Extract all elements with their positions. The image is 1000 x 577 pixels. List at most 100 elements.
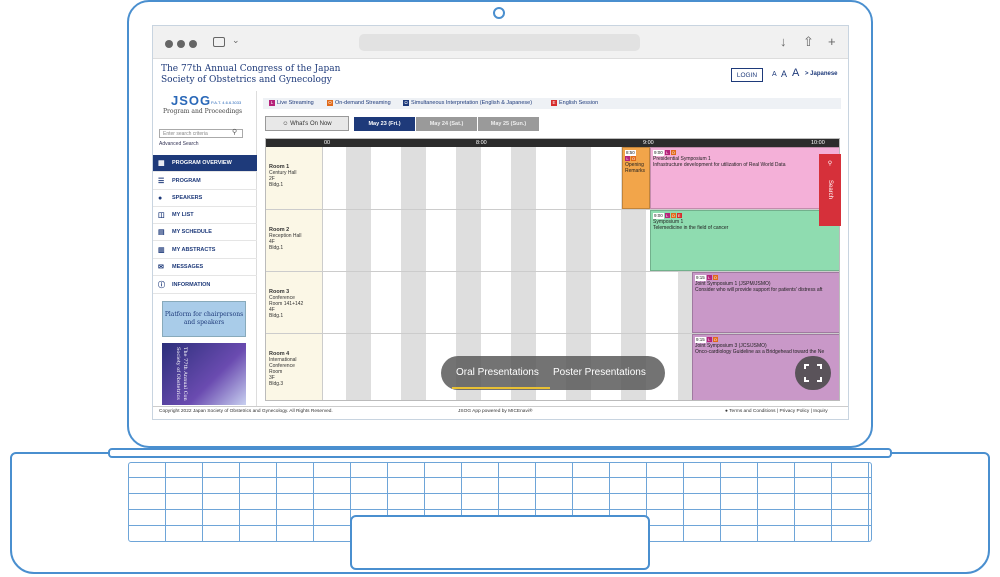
sidebar-item-messages[interactable]: ✉ MESSAGES — [153, 259, 257, 276]
search-icon: ⚲ — [827, 161, 833, 167]
legend-live: L Live Streaming — [269, 100, 314, 107]
minimize-dot-icon[interactable] — [177, 40, 185, 48]
site-title-line1: The 77th Annual Congress of the Japan — [161, 64, 341, 74]
room-detail: Bldg.3 — [269, 381, 284, 387]
footer-links[interactable]: ● Terms and Conditions | Privacy Policy … — [725, 409, 828, 415]
advanced-search-link[interactable]: Advanced Search — [159, 141, 198, 147]
session-joint-symposium-1[interactable]: 9:15 L O Joint Symposium 1 (JSPM/JSMO) Con… — [692, 272, 839, 333]
sidebar-item-speakers[interactable]: ● SPEAKERS — [153, 190, 257, 207]
chevron-down-icon[interactable]: ⌄ — [232, 35, 240, 46]
session-subtitle: Consider who will provide support for pa… — [695, 287, 823, 293]
time-axis: 00 8:00 9:00 10:00 — [266, 139, 839, 147]
fullscreen-icon — [804, 364, 822, 382]
session-presidential-symposium-1[interactable]: 9:00 L O Presidential Symposium 1 Infrastr… — [650, 147, 839, 209]
sidebar-item-label: MY ABSTRACTS — [172, 247, 216, 253]
address-bar[interactable] — [359, 34, 640, 51]
sidebar-item-my-abstracts[interactable]: ▥ MY ABSTRACTS — [153, 242, 257, 259]
whats-on-now-label: What's On Now — [290, 121, 332, 127]
room-detail: Bldg.1 — [269, 182, 284, 188]
room-2: Room 2 Reception Hall 4F Bldg.1 — [266, 210, 323, 272]
live-badge-icon: L — [664, 213, 670, 218]
site-title-line2: Society of Obstetrics and Gynecology — [161, 75, 332, 85]
tab-may-25[interactable]: May 25 (Sun.) — [478, 117, 539, 131]
sidebar: JSOG P.A.T. 4.6.6.3033 Program and Proce… — [153, 91, 257, 406]
live-badge-icon: L — [664, 150, 670, 155]
room-1: Room 1 Century Hall 2F Bldg.1 — [266, 147, 323, 210]
trackpad — [350, 515, 650, 570]
active-tab-underline — [452, 387, 550, 389]
download-icon[interactable]: ↓ — [780, 34, 787, 50]
search-input[interactable]: Enter search criteria — [159, 129, 243, 138]
congress-banner-text: The 77th Annual Con Society of Obstetric… — [175, 347, 188, 401]
session-opening-remarks[interactable]: 8:50 LO Opening Remarks — [622, 147, 650, 209]
on-demand-badge-icon: O — [712, 275, 718, 280]
oral-presentations-tab[interactable]: Oral Presentations — [456, 367, 539, 378]
room-detail: Bldg.1 — [269, 313, 284, 319]
sidebar-toggle-icon[interactable] — [213, 37, 225, 47]
site-title[interactable]: The 77th Annual Congress of the Japan So… — [161, 64, 401, 86]
session-symposium-1[interactable]: 9:00 L O E Symposium 1 Telemedicine in the … — [650, 210, 839, 271]
on-demand-badge-icon: O — [631, 156, 636, 161]
language-switch-link[interactable]: > Japanese — [805, 71, 838, 77]
tab-may-23[interactable]: May 23 (Fri.) — [354, 117, 415, 131]
close-dot-icon[interactable] — [165, 40, 173, 48]
sidebar-item-label: SPEAKERS — [172, 195, 203, 201]
login-button[interactable]: LOGIN — [731, 68, 763, 82]
room-4: Room 4 International Conference Room 3F … — [266, 334, 323, 400]
book-icon: ◫ — [158, 212, 165, 219]
chairpersons-platform-banner[interactable]: Platform for chairpersons and speakers — [162, 301, 246, 337]
live-badge-icon: L — [706, 337, 712, 342]
on-demand-badge-icon: O — [670, 150, 676, 155]
sidebar-item-my-list[interactable]: ◫ MY LIST — [153, 207, 257, 224]
sidebar-item-label: MY SCHEDULE — [172, 229, 212, 235]
legend-on-demand: O On-demand Streaming — [327, 100, 391, 107]
legend-on-demand-label: On-demand Streaming — [335, 100, 391, 106]
whats-on-now-button[interactable]: ☺ What's On Now — [265, 116, 349, 131]
logo-subtext: P.A.T. 4.6.6.3033 — [211, 100, 242, 105]
clock-people-icon: ☺ — [282, 121, 291, 127]
logo-caption: Program and Proceedings — [163, 108, 243, 115]
timeslot-stripe — [346, 147, 371, 400]
sidebar-item-program[interactable]: ☰ PROGRAM — [153, 173, 257, 190]
presentation-type-switcher: Oral Presentations Poster Presentations — [441, 356, 665, 390]
time-label: 10:00 — [811, 140, 825, 146]
on-demand-badge-icon: O — [670, 213, 676, 218]
session-title: Opening Remarks — [625, 162, 646, 174]
sidebar-item-label: INFORMATION — [172, 282, 211, 288]
tab-may-24[interactable]: May 24 (Sat.) — [416, 117, 477, 131]
legend: L Live Streaming O On-demand Streaming Ω Si… — [263, 98, 841, 109]
logo[interactable]: JSOG — [171, 93, 211, 108]
sidebar-item-label: PROGRAM OVERVIEW — [172, 160, 232, 166]
side-search-button[interactable]: ⚲ Search — [819, 154, 841, 226]
screen: ⌄ ↓ ⇧ + The 77th Annual Congress of the … — [152, 25, 849, 420]
share-icon[interactable]: ⇧ — [803, 34, 814, 50]
browser-toolbar: ⌄ ↓ ⇧ + — [153, 26, 848, 59]
font-size-medium-button[interactable]: A — [781, 69, 787, 79]
congress-banner[interactable]: The 77th Annual Con Society of Obstetric… — [162, 343, 246, 405]
english-badge-icon: E — [676, 213, 682, 218]
font-size-small-button[interactable]: A — [772, 71, 777, 78]
session-subtitle: Telemedicine in the field of cancer — [653, 225, 729, 231]
room-detail: Bldg.1 — [269, 245, 284, 251]
footer: Copyright 2022 Japan Society of Obstetri… — [153, 406, 848, 416]
calendar-grid-icon: ▦ — [158, 160, 165, 167]
sidebar-item-information[interactable]: ⓘ INFORMATION — [153, 277, 257, 294]
zoom-dot-icon[interactable] — [189, 40, 197, 48]
live-badge-icon: L — [706, 275, 712, 280]
fullscreen-button[interactable] — [795, 356, 831, 390]
footer-links-label: Terms and Conditions | Privacy Policy | … — [729, 409, 828, 414]
new-tab-icon[interactable]: + — [828, 34, 836, 50]
live-badge-icon: L — [625, 156, 630, 161]
sidebar-item-my-schedule[interactable]: ▤ MY SCHEDULE — [153, 224, 257, 241]
room-3: Room 3 Conference Room 141+142 4F Bldg.1 — [266, 272, 323, 334]
font-size-large-button[interactable]: A — [792, 67, 799, 79]
poster-presentations-tab[interactable]: Poster Presentations — [553, 367, 646, 378]
side-search-label: Search — [827, 180, 833, 200]
legend-english-label: English Session — [559, 100, 599, 106]
sidebar-item-program-overview[interactable]: ▦ PROGRAM OVERVIEW — [153, 155, 257, 172]
search-icon[interactable]: ⚲ — [232, 128, 237, 136]
on-demand-badge-icon: O — [327, 100, 333, 106]
sidebar-item-label: MESSAGES — [172, 264, 204, 270]
copyright-text: Copyright 2022 Japan Society of Obstetri… — [159, 409, 333, 414]
abstracts-icon: ▥ — [158, 247, 165, 254]
